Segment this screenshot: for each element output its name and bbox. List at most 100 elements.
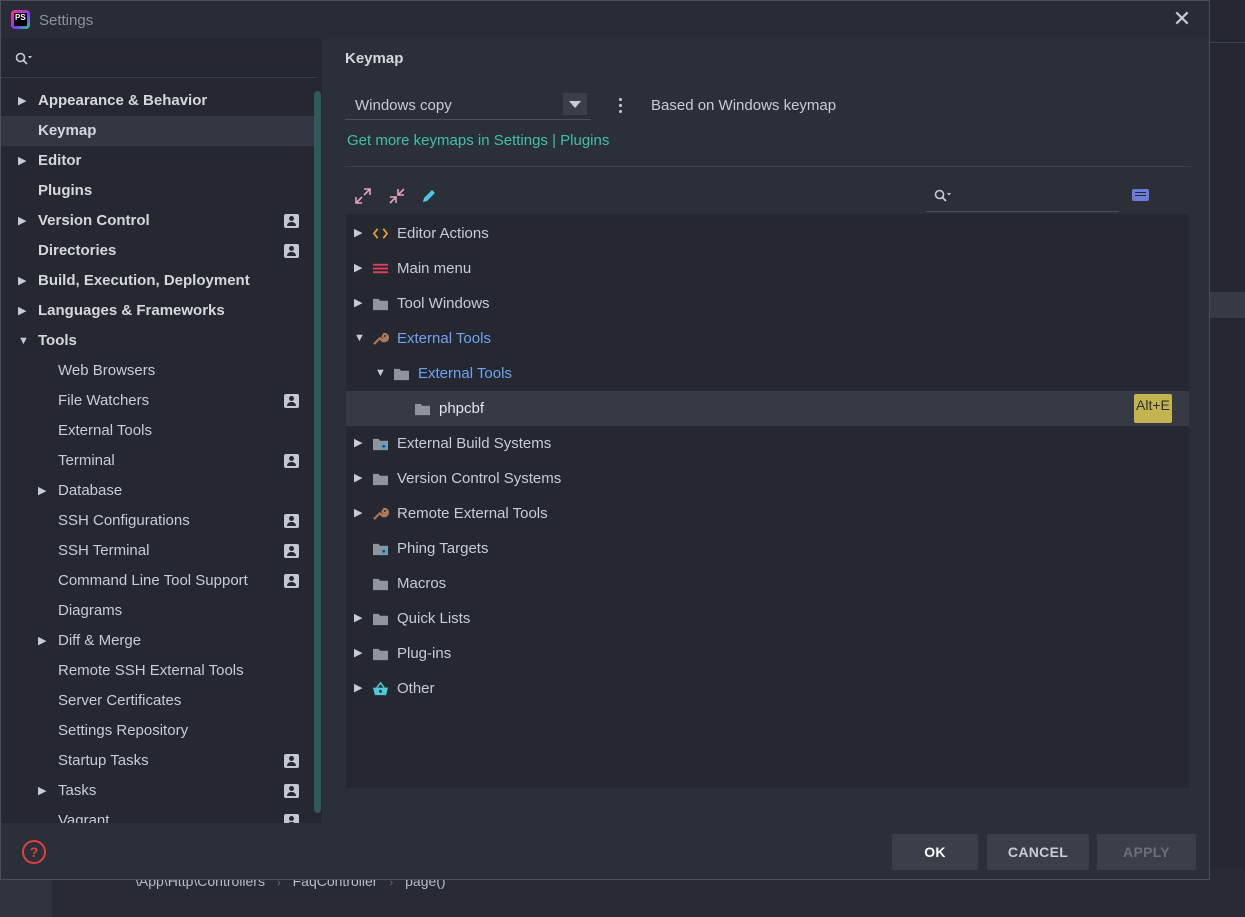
caret-right-icon[interactable]: ▶: [354, 251, 362, 286]
project-level-icon: [284, 214, 299, 228]
keymap-tree-row[interactable]: Macros: [346, 566, 1189, 601]
keymap-tree-row[interactable]: ▶ Quick Lists: [346, 601, 1189, 636]
sidebar-item[interactable]: Terminal: [1, 446, 314, 476]
sidebar-item[interactable]: SSH Configurations: [1, 506, 314, 536]
keymap-tree-row[interactable]: ▶ Plug-ins: [346, 636, 1189, 671]
caret-right-icon[interactable]: ▶: [354, 636, 362, 671]
keymap-tree-label: phpcbf: [439, 400, 485, 417]
sidebar-item[interactable]: Settings Repository: [1, 716, 314, 746]
sidebar-item[interactable]: ▶ Languages & Frameworks: [1, 296, 314, 326]
more-actions-icon[interactable]: [613, 95, 629, 117]
keymap-filter-input[interactable]: [960, 186, 1114, 208]
keymap-tree-label: External Tools: [418, 365, 512, 382]
caret-down-icon[interactable]: ▼: [18, 326, 29, 356]
caret-down-icon[interactable]: ▼: [354, 321, 365, 356]
help-icon[interactable]: ?: [22, 840, 46, 864]
sidebar-item[interactable]: File Watchers: [1, 386, 314, 416]
caret-right-icon[interactable]: ▶: [38, 776, 46, 806]
get-more-keymaps-link[interactable]: Get more keymaps in Settings | Plugins: [347, 132, 609, 149]
project-level-icon: [284, 574, 299, 588]
caret-right-icon[interactable]: ▶: [354, 496, 362, 531]
caret-right-icon[interactable]: ▶: [354, 216, 362, 251]
keymap-tree-label: Main menu: [397, 260, 472, 277]
keymap-tree-label: Remote External Tools: [397, 505, 548, 522]
keymap-tree-label: Macros: [397, 575, 447, 592]
caret-right-icon[interactable]: ▶: [18, 86, 26, 116]
caret-down-icon[interactable]: ▼: [375, 356, 386, 391]
caret-right-icon[interactable]: ▶: [38, 476, 46, 506]
folder-icon: [373, 298, 388, 311]
folder-icon: [373, 613, 388, 626]
sidebar-item[interactable]: Server Certificates: [1, 686, 314, 716]
sidebar-item[interactable]: ▶ Editor: [1, 146, 314, 176]
background-editor-edge: [1210, 0, 1245, 917]
keymap-tree-row[interactable]: ▶ External Build Systems: [346, 426, 1189, 461]
keymap-tree-row[interactable]: ▶ Main menu: [346, 251, 1189, 286]
sidebar-item[interactable]: ▶ Database: [1, 476, 314, 506]
keymap-tree-row[interactable]: ▼ External Tools: [346, 321, 1189, 356]
expand-all-icon[interactable]: [353, 186, 373, 206]
sidebar-item[interactable]: ▶ Build, Execution, Deployment: [1, 266, 314, 296]
folder-icon: [373, 578, 388, 591]
sidebar-item[interactable]: ▼ Tools: [1, 326, 314, 356]
project-level-icon: [284, 814, 299, 823]
sidebar-item[interactable]: ▶ Diff & Merge: [1, 626, 314, 656]
caret-right-icon[interactable]: ▶: [354, 426, 362, 461]
sidebar-item[interactable]: Web Browsers: [1, 356, 314, 386]
keymap-tree-row[interactable]: Phing Targets: [346, 531, 1189, 566]
sidebar-item[interactable]: ▶ Tasks: [1, 776, 314, 806]
sidebar-item[interactable]: External Tools: [1, 416, 314, 446]
apply-button[interactable]: APPLY: [1097, 834, 1196, 870]
sidebar-item[interactable]: Startup Tasks: [1, 746, 314, 776]
keymap-dropdown[interactable]: Windows copy: [345, 91, 591, 120]
keymap-tree-row[interactable]: ▶ Other: [346, 671, 1189, 706]
sidebar-item[interactable]: Vagrant: [1, 806, 314, 823]
sidebar-item[interactable]: ▶ Appearance & Behavior: [1, 86, 314, 116]
edit-pencil-icon[interactable]: [419, 186, 439, 206]
sidebar-item[interactable]: SSH Terminal: [1, 536, 314, 566]
folder-icon: [394, 368, 409, 381]
sidebar-item[interactable]: Command Line Tool Support: [1, 566, 314, 596]
folder-icon: [373, 648, 388, 661]
divider: [345, 166, 1191, 167]
keymap-tree-row[interactable]: ▶ Remote External Tools: [346, 496, 1189, 531]
sidebar-item[interactable]: Plugins: [1, 176, 314, 206]
keymap-tree-label: Version Control Systems: [397, 470, 562, 487]
caret-right-icon[interactable]: ▶: [38, 626, 46, 656]
keyboard-icon[interactable]: [1132, 189, 1149, 201]
chevron-down-icon[interactable]: [563, 93, 587, 115]
keymap-tree-row[interactable]: ▶ Tool Windows: [346, 286, 1189, 321]
caret-right-icon[interactable]: ▶: [354, 461, 362, 496]
sidebar-item-label: Build, Execution, Deployment: [38, 272, 250, 289]
sidebar-scrollbar[interactable]: [314, 91, 321, 813]
collapse-all-icon[interactable]: [387, 186, 407, 206]
ok-button[interactable]: OK: [892, 834, 978, 870]
sidebar-item-label: Diagrams: [58, 602, 123, 619]
caret-right-icon[interactable]: ▶: [18, 296, 26, 326]
close-icon[interactable]: ✕: [1171, 8, 1193, 30]
caret-right-icon[interactable]: ▶: [18, 146, 26, 176]
keymap-tree-row[interactable]: ▶ Editor Actions: [346, 216, 1189, 251]
caret-right-icon[interactable]: ▶: [354, 286, 362, 321]
basket-icon: [373, 681, 388, 696]
sidebar-item[interactable]: Keymap: [1, 116, 314, 146]
sidebar-search-input[interactable]: [41, 47, 305, 71]
sidebar-item-label: Languages & Frameworks: [38, 302, 225, 319]
code-brackets-icon: [372, 228, 389, 239]
caret-right-icon[interactable]: ▶: [354, 671, 362, 706]
caret-right-icon[interactable]: ▶: [354, 601, 362, 636]
sidebar-item-label: Remote SSH External Tools: [58, 662, 244, 679]
sidebar-item[interactable]: Remote SSH External Tools: [1, 656, 314, 686]
keymap-tree-row[interactable]: ▶ Version Control Systems: [346, 461, 1189, 496]
keymap-tree-row[interactable]: ▼ External Tools: [346, 356, 1189, 391]
project-level-icon: [284, 394, 299, 408]
cancel-button[interactable]: CANCEL: [987, 834, 1089, 870]
sidebar-item-label: Settings Repository: [58, 722, 189, 739]
sidebar-item[interactable]: Directories: [1, 236, 314, 266]
keymap-tree-row[interactable]: phpcbf Alt+E: [346, 391, 1189, 426]
sidebar-item[interactable]: ▶ Version Control: [1, 206, 314, 236]
caret-right-icon[interactable]: ▶: [18, 266, 26, 296]
caret-right-icon[interactable]: ▶: [18, 206, 26, 236]
keymap-tree-label: Phing Targets: [397, 540, 489, 557]
sidebar-item[interactable]: Diagrams: [1, 596, 314, 626]
